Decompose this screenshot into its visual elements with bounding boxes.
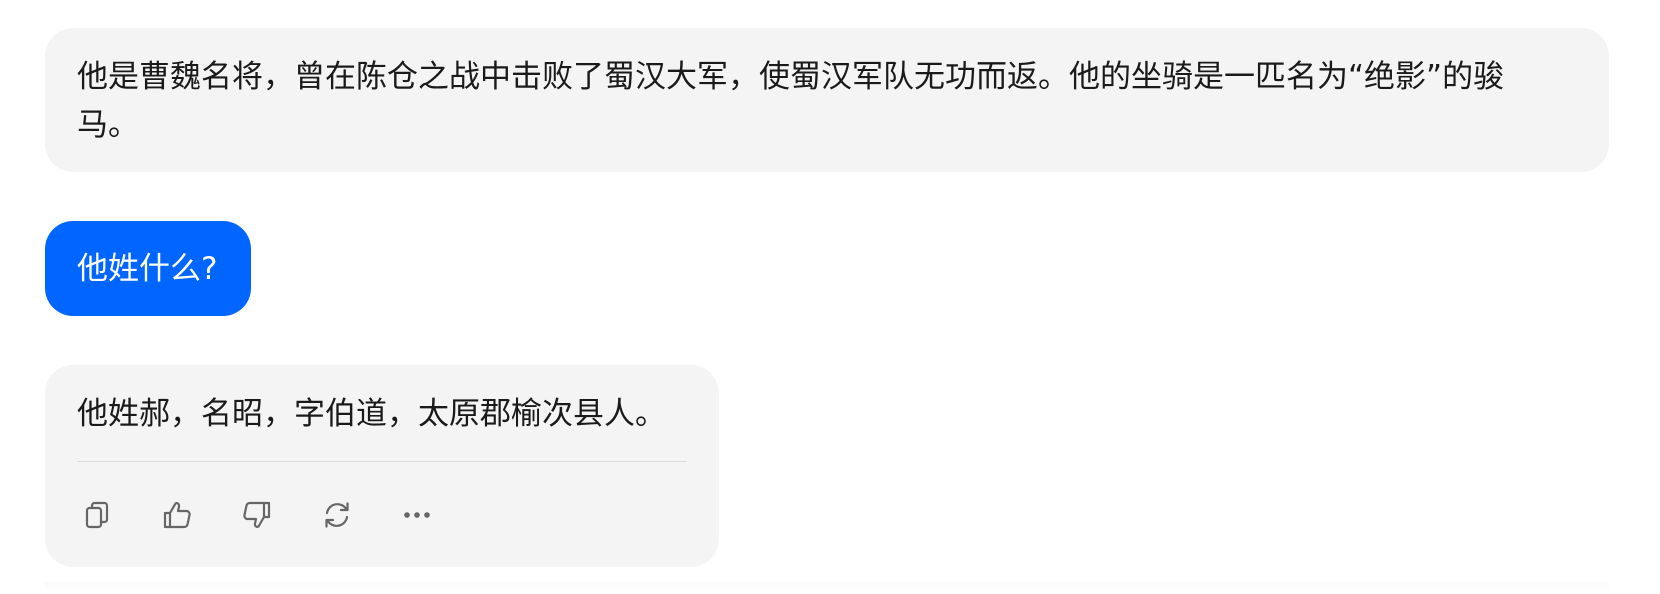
user-message: 他姓什么?: [45, 221, 251, 316]
thumbs-up-icon: [163, 502, 191, 529]
more-icon: [404, 512, 430, 518]
like-button[interactable]: [157, 495, 197, 535]
bottom-fade: [45, 582, 1609, 594]
chat-thread: 他是曹魏名将，曾在陈仓之战中击败了蜀汉大军，使蜀汉军队无功而返。他的坐骑是一匹名…: [0, 0, 1660, 594]
dislike-button[interactable]: [237, 495, 277, 535]
assistant-message: 他姓郝，名昭，字伯道，太原郡榆次县人。: [45, 365, 719, 567]
assistant-message: 他是曹魏名将，曾在陈仓之战中击败了蜀汉大军，使蜀汉军队无功而返。他的坐骑是一匹名…: [45, 28, 1609, 172]
regenerate-icon: [325, 502, 349, 528]
thumbs-down-icon: [243, 501, 271, 528]
message-actions: [77, 495, 437, 535]
divider: [77, 461, 687, 462]
regenerate-button[interactable]: [317, 495, 357, 535]
user-message-text: 他姓什么?: [77, 251, 218, 287]
copy-icon: [85, 501, 109, 529]
more-button[interactable]: [397, 495, 437, 535]
copy-button[interactable]: [77, 495, 117, 535]
assistant-message-text: 他姓郝，名昭，字伯道，太原郡榆次县人。: [77, 396, 666, 432]
assistant-message-text: 他是曹魏名将，曾在陈仓之战中击败了蜀汉大军，使蜀汉军队无功而返。他的坐骑是一匹名…: [77, 59, 1505, 143]
